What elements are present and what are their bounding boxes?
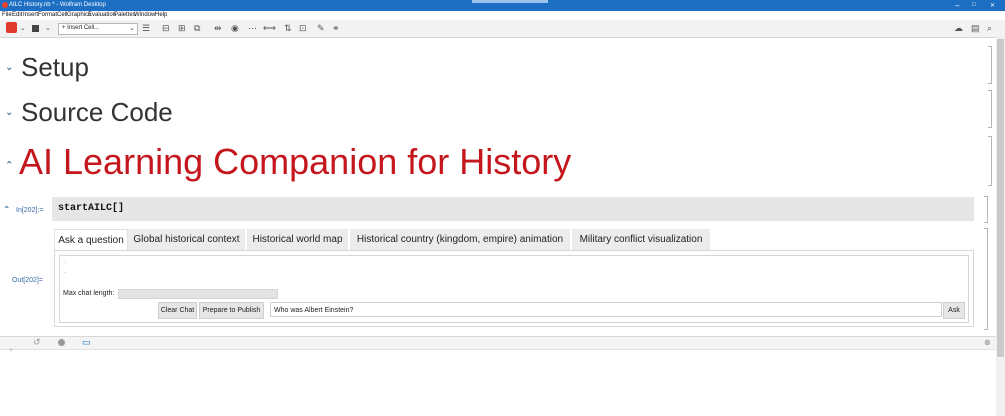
- cell-insertion-icon[interactable]: +: [9, 347, 13, 354]
- cell-bracket[interactable]: [988, 136, 992, 186]
- chat-icon[interactable]: ▭: [82, 337, 91, 348]
- ungroup-icon[interactable]: ⊞: [178, 23, 186, 34]
- menu-file[interactable]: File: [2, 12, 12, 18]
- maximize-button[interactable]: □: [972, 2, 976, 8]
- minimize-button[interactable]: –: [955, 1, 959, 10]
- notebook-icon[interactable]: ▤: [971, 23, 980, 34]
- cell-bracket-icon[interactable]: [6, 22, 17, 33]
- stop-icon[interactable]: [32, 25, 39, 32]
- group-icon[interactable]: ⊟: [162, 23, 170, 34]
- menu-bar: File Edit Insert Format Cell Graphics Ev…: [0, 11, 1005, 20]
- menu-help[interactable]: Help: [155, 12, 167, 18]
- menu-format[interactable]: Format: [38, 12, 57, 18]
- tab-country-animation[interactable]: Historical country (kingdom, empire) ani…: [350, 229, 570, 250]
- max-chat-label: Max chat length:: [63, 290, 115, 297]
- titlebar-handle: [472, 0, 548, 3]
- text-cell-icon[interactable]: ⊡: [299, 23, 307, 34]
- chevron-down-icon: ⌄: [129, 25, 135, 32]
- status-bar: ↺ ▭ ⊗: [0, 336, 1005, 350]
- vertical-scrollbar[interactable]: [996, 37, 1005, 416]
- chat-dot: ·: [64, 270, 66, 276]
- scrollbar-thumb[interactable]: [997, 39, 1004, 357]
- menu-window[interactable]: Window: [134, 12, 155, 18]
- page-title: AI Learning Companion for History: [19, 141, 572, 182]
- pen-icon[interactable]: ✎: [317, 23, 325, 34]
- tab-world-map[interactable]: Historical world map: [247, 229, 348, 250]
- cell-bracket[interactable]: [988, 46, 992, 84]
- merge-icon[interactable]: ⧉: [194, 23, 200, 34]
- ask-button[interactable]: Ask: [943, 302, 965, 319]
- ellipsis-icon[interactable]: ⋯: [248, 23, 257, 34]
- question-input[interactable]: Who was Albert Einstein?: [270, 302, 942, 317]
- record-icon[interactable]: [58, 339, 65, 346]
- chat-dot: ·: [64, 260, 66, 266]
- window-titlebar[interactable]: AILC History.nb * - Wolfram Desktop – □ …: [0, 0, 1005, 11]
- input-output-icon[interactable]: ⟷: [263, 23, 276, 34]
- menu-palettes[interactable]: Palettes: [114, 12, 136, 18]
- list-icon[interactable]: ☰: [142, 23, 150, 34]
- record-icon[interactable]: ◉: [231, 23, 239, 34]
- menu-insert[interactable]: Insert: [23, 12, 38, 18]
- insert-cell-dropdown[interactable]: + Insert Cell... ⌄: [58, 23, 138, 35]
- toolbar: ⌄ ⌄ + Insert Cell... ⌄ ☰ ⊟ ⊞ ⧉ ⇹ ◉ ⋯ ⟷ ⇅…: [0, 20, 1005, 38]
- window-title: AILC History.nb * - Wolfram Desktop: [9, 2, 106, 8]
- sort-icon[interactable]: ⇅: [284, 23, 292, 34]
- cell-bracket[interactable]: [984, 228, 988, 330]
- section-source-code[interactable]: Source Code: [21, 97, 173, 128]
- cell-bracket[interactable]: [984, 196, 988, 223]
- clear-chat-button[interactable]: Clear Chat: [158, 302, 197, 319]
- chevron-down-icon[interactable]: ⌄: [20, 23, 26, 34]
- tab-ask-question[interactable]: Ask a question: [54, 229, 128, 251]
- section-setup[interactable]: Setup: [21, 52, 89, 83]
- link-icon[interactable]: ⚭: [332, 23, 340, 34]
- prepare-publish-button[interactable]: Prepare to Publish: [199, 302, 264, 319]
- suggestions-icon[interactable]: ↺: [33, 337, 41, 348]
- search-icon[interactable]: ⌕: [987, 23, 992, 34]
- section-collapse-icon[interactable]: ⌄: [5, 62, 13, 73]
- output-label: Out[202]=: [12, 277, 43, 284]
- section-collapse-icon[interactable]: ⌄: [5, 107, 13, 118]
- section-expand-icon[interactable]: ⌄: [5, 158, 13, 169]
- split-icon[interactable]: ⇹: [214, 23, 222, 34]
- app-icon: [2, 2, 8, 8]
- chevron-down-icon[interactable]: ⌄: [45, 23, 51, 34]
- tab-military-conflict[interactable]: Military conflict visualization: [572, 229, 710, 250]
- close-button[interactable]: ✕: [990, 2, 995, 9]
- menu-evaluation[interactable]: Evaluation: [88, 12, 116, 18]
- input-cell[interactable]: startAILC[]: [52, 197, 974, 221]
- cell-bracket[interactable]: [988, 90, 992, 128]
- insert-cell-label: + Insert Cell...: [62, 25, 100, 31]
- close-icon[interactable]: ⊗: [984, 337, 991, 348]
- chat-area: · · Max chat length: Clear Chat Prepare …: [59, 255, 969, 323]
- input-label: In[202]:=: [16, 207, 44, 214]
- tab-global-context[interactable]: Global historical context: [128, 229, 245, 250]
- tab-panel: · · Max chat length: Clear Chat Prepare …: [54, 250, 974, 327]
- cloud-icon[interactable]: ☁: [954, 23, 963, 34]
- menu-edit[interactable]: Edit: [12, 12, 22, 18]
- menu-cell[interactable]: Cell: [57, 12, 67, 18]
- input-code[interactable]: startAILC[]: [58, 203, 124, 214]
- max-chat-slider[interactable]: [118, 289, 278, 299]
- cell-collapse-icon[interactable]: ⌄: [3, 203, 11, 214]
